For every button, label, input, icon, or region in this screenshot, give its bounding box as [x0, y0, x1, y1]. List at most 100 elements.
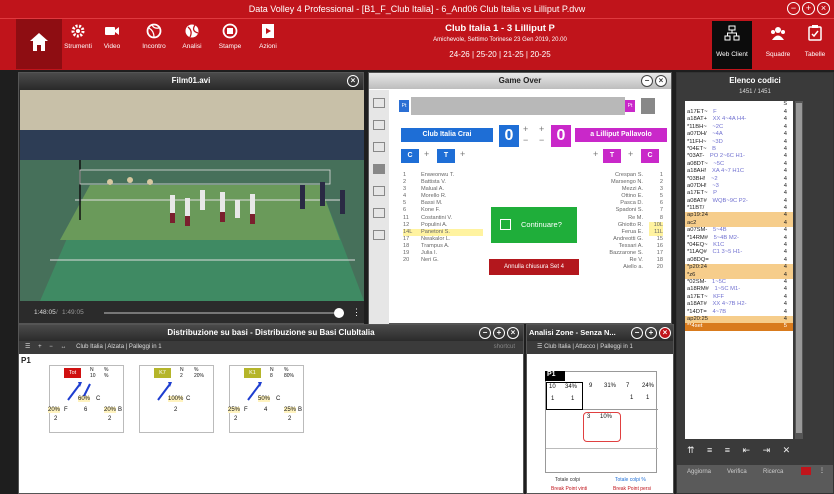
score-adjust-away[interactable]: + −: [539, 124, 544, 146]
continue-button[interactable]: Continuare?: [491, 207, 577, 243]
away-player[interactable]: Andreotti G. 15: [583, 236, 663, 243]
code-row[interactable]: a18RM# 1~5C M1- 4: [685, 286, 793, 293]
code-row[interactable]: *11FH~ ~3D 4: [685, 139, 793, 146]
away-player[interactable]: Ottino E. 5: [583, 193, 663, 200]
cancel-set-close-button[interactable]: Annulla chiusura Set 4: [489, 259, 579, 275]
home-player[interactable]: 11 Costantini V.: [403, 215, 483, 222]
code-row[interactable]: a18AT# XX 4~7B H2- 4: [685, 301, 793, 308]
code-row[interactable]: a18AH! XA 4~7 H1C 4: [685, 168, 793, 175]
maximize-button[interactable]: +: [802, 2, 815, 15]
undo-icon[interactable]: [641, 98, 655, 114]
home-player[interactable]: 5 Bassi M.: [403, 200, 483, 207]
save-icon[interactable]: [373, 208, 385, 218]
away-player[interactable]: Marsengo N. 2: [583, 179, 663, 186]
list-icon[interactable]: [373, 120, 385, 130]
away-player[interactable]: Ghiotto R. 10L: [583, 221, 663, 229]
code-row[interactable]: **4set 5: [685, 323, 793, 331]
code-row[interactable]: *14DT= 4~7B 4: [685, 309, 793, 316]
distribution-card[interactable]: K7 N% 2 20% 100% C 2: [139, 365, 214, 433]
menu-icon[interactable]: ☰: [537, 344, 542, 350]
home-t-button[interactable]: T: [437, 149, 455, 163]
code-row[interactable]: a08DT~ ~5C 4: [685, 161, 793, 168]
home-player[interactable]: 6 Kone F.: [403, 207, 483, 214]
away-player[interactable]: Aiello a. 20: [583, 264, 663, 271]
code-row[interactable]: *04EQ~ K1C 4: [685, 242, 793, 249]
code-row[interactable]: ap19:24 4: [685, 212, 793, 220]
code-row[interactable]: *11AQ# C1 3~5 H1- 4: [685, 249, 793, 256]
zone-close-button[interactable]: ×: [659, 327, 671, 339]
home-player[interactable]: 3 Malual A.: [403, 186, 483, 193]
home-player[interactable]: 2 Battista V.: [403, 179, 483, 186]
score-adjust-home[interactable]: + −: [523, 124, 528, 146]
add-icon[interactable]: +: [628, 149, 633, 159]
add-icon[interactable]: +: [460, 149, 465, 159]
away-t-button[interactable]: T: [603, 149, 621, 163]
home-player[interactable]: 12 Populini A.: [403, 222, 483, 229]
home-c-button[interactable]: C: [401, 149, 419, 163]
code-row[interactable]: *04ET~ B 4: [685, 146, 793, 153]
away-player[interactable]: Spadoni S. 7: [583, 207, 663, 214]
video-frame[interactable]: [20, 90, 364, 301]
home-player[interactable]: 17 Nwakalor L.: [403, 236, 483, 243]
code-row[interactable]: *02SM- 1~5C 4: [685, 279, 793, 286]
code-row[interactable]: ap20:25 4: [685, 315, 793, 324]
video-seek-bar[interactable]: [104, 308, 344, 318]
code-nav-toolbar[interactable]: ⇈ ≡ ≡ ⇤ ⇥ ✕: [687, 445, 827, 459]
toolbar-stampe[interactable]: Stampe: [212, 21, 248, 50]
code-row[interactable]: ac2 4: [685, 219, 793, 228]
home-button[interactable]: [16, 19, 62, 69]
code-row[interactable]: *11BH~ ~2C 4: [685, 124, 793, 131]
away-player[interactable]: Mezzi A. 3: [583, 186, 663, 193]
home-player[interactable]: 18 Trampus A.: [403, 243, 483, 250]
code-list[interactable]: a17ET~ F 4 a18AT+ XX 4~4A H4- 4 *11BH~ ~2C 4 a…: [685, 109, 793, 439]
code-row[interactable]: a07SM- 5~4B 4: [685, 227, 793, 234]
add-icon[interactable]: +: [38, 344, 42, 350]
away-player[interactable]: Crespan S. 1: [583, 172, 663, 179]
code-row[interactable]: a17ET~ KFF 4: [685, 294, 793, 301]
remove-icon[interactable]: −: [49, 344, 53, 350]
distribution-card[interactable]: Tot N% 10% 60% C 20% F 6 20% B 2 2: [48, 365, 124, 433]
away-player[interactable]: Tessari A. 16: [583, 243, 663, 250]
gameover-close-button[interactable]: ×: [655, 75, 667, 87]
toolbar-incontro[interactable]: Incontro: [136, 21, 172, 50]
code-row[interactable]: *03BH! ~2 4: [685, 176, 793, 183]
grid-icon[interactable]: [373, 164, 385, 174]
search-button[interactable]: Ricerca: [763, 469, 783, 475]
code-row[interactable]: *03AT- PO 2~6C H1- 4: [685, 153, 793, 160]
home-player[interactable]: 14L Panetoni S.: [403, 228, 483, 236]
home-player[interactable]: 20 Neri G.: [403, 257, 483, 264]
gameover-minimize-button[interactable]: −: [641, 75, 653, 87]
home-player[interactable]: 4 Morello R.: [403, 193, 483, 200]
away-c-button[interactable]: C: [641, 149, 659, 163]
add-icon[interactable]: +: [593, 149, 598, 159]
close-button[interactable]: ×: [817, 2, 830, 15]
alert-icon[interactable]: [801, 467, 811, 475]
zone-add-button[interactable]: +: [645, 327, 657, 339]
away-player[interactable]: Pasca D. 6: [583, 200, 663, 207]
tool-icon[interactable]: [373, 98, 385, 108]
home-player[interactable]: 19 Julia I.: [403, 250, 483, 257]
away-player[interactable]: Re V. 18: [583, 257, 663, 264]
code-row[interactable]: *14RM# 5~4B M2- 4: [685, 235, 793, 242]
video-menu-icon[interactable]: ⋮: [352, 307, 361, 318]
toolbar-azioni[interactable]: Azioni: [250, 21, 286, 50]
distribution-close-button[interactable]: ×: [507, 327, 519, 339]
menu-icon[interactable]: ☰: [25, 344, 30, 350]
expand-icon[interactable]: ↔: [60, 344, 66, 350]
zone-minimize-button[interactable]: −: [631, 327, 643, 339]
distribution-add-button[interactable]: +: [493, 327, 505, 339]
away-player[interactable]: Bazzarone S. 17: [583, 250, 663, 257]
menu-icon[interactable]: ⋮: [819, 467, 825, 474]
video-seek-handle[interactable]: [334, 308, 344, 318]
code-row[interactable]: a17ET~ F 4: [685, 109, 793, 116]
toolbar-strumenti[interactable]: Strumenti: [60, 21, 96, 50]
code-row[interactable]: a08DQ= 4: [685, 257, 793, 264]
away-team-button[interactable]: a Lilliput Pallavolo: [575, 128, 667, 142]
distribution-minimize-button[interactable]: −: [479, 327, 491, 339]
video-close-button[interactable]: ×: [347, 75, 359, 87]
code-row[interactable]: *z6 4: [685, 271, 793, 279]
toolbar-squadre[interactable]: Squadre: [758, 21, 798, 58]
code-row[interactable]: *11BT/ 4: [685, 205, 793, 212]
verify-button[interactable]: Verifica: [727, 469, 747, 475]
minimize-button[interactable]: −: [787, 2, 800, 15]
